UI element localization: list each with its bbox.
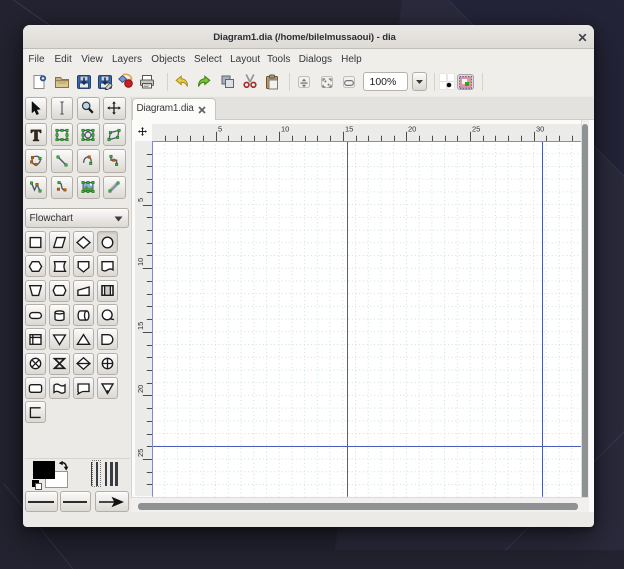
svg-text:30: 30: [536, 124, 544, 133]
svg-text:20: 20: [408, 124, 416, 133]
svg-text:15: 15: [345, 124, 353, 133]
svg-text:25: 25: [472, 124, 480, 133]
svg-text:5: 5: [218, 124, 222, 133]
svg-text:10: 10: [281, 124, 289, 133]
